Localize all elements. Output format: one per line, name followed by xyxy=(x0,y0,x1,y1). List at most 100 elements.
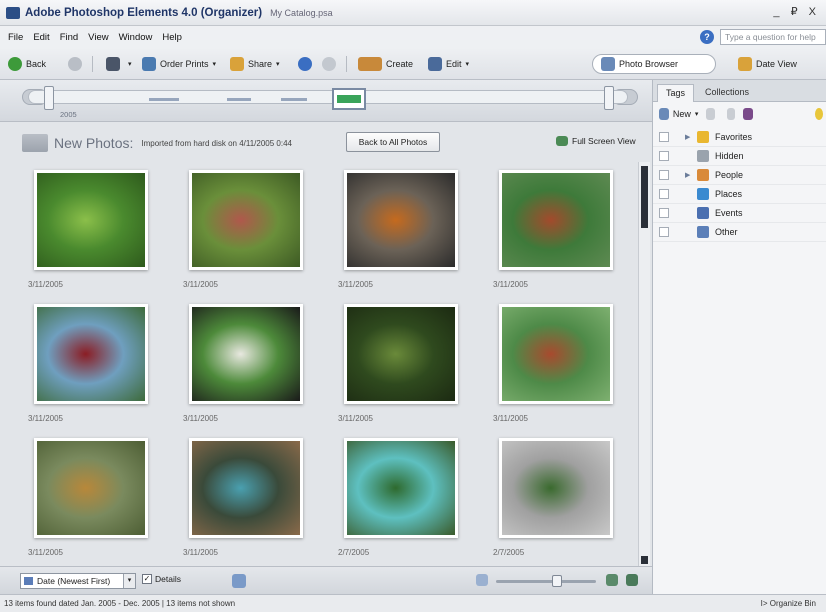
chevron-down-icon: ▾ xyxy=(465,61,470,68)
photo-thumbnail-cell[interactable]: 3/11/2005 xyxy=(328,298,483,432)
back-button[interactable]: Back xyxy=(8,56,46,72)
photo-date: 3/11/2005 xyxy=(28,548,63,557)
view-options-button[interactable]: ▾ xyxy=(106,56,132,72)
photo-thumbnail-cell[interactable]: 3/11/2005 xyxy=(173,432,328,566)
thumbnail-size-slider[interactable] xyxy=(496,580,596,583)
photo-thumbnail[interactable] xyxy=(34,438,148,538)
tab-tags[interactable]: Tags xyxy=(657,84,695,102)
forward-arrow-icon xyxy=(68,57,82,71)
photo-thumbnail[interactable] xyxy=(189,170,303,270)
menu-window[interactable]: Window xyxy=(119,32,153,43)
scroll-down-button[interactable] xyxy=(641,556,648,564)
timeline[interactable]: 2005 xyxy=(0,80,652,122)
timeline-start-handle[interactable] xyxy=(44,86,54,110)
photo-scrollbar[interactable] xyxy=(638,162,650,568)
scrollbar-thumb[interactable] xyxy=(641,166,648,228)
tag-filter-checkbox[interactable] xyxy=(659,132,669,142)
edit-tag-icon[interactable] xyxy=(726,108,735,120)
new-tag-icon xyxy=(659,108,669,120)
timeline-end-handle[interactable] xyxy=(604,86,614,110)
expand-arrow-icon[interactable]: ▶ xyxy=(685,171,690,179)
tab-collections[interactable]: Collections xyxy=(697,84,757,102)
order-prints-button[interactable]: Order Prints ▾ xyxy=(142,56,216,72)
photo-browser-button[interactable]: Photo Browser xyxy=(592,54,716,74)
tag-label: Favorites xyxy=(715,132,753,142)
photo-date: 3/11/2005 xyxy=(183,280,218,289)
thumbnail-size-handle[interactable] xyxy=(552,575,562,587)
tag-item-events[interactable]: Events xyxy=(653,204,826,223)
catalog-name: My Catalog.psa xyxy=(270,7,333,18)
tag-item-other[interactable]: Other xyxy=(653,223,826,242)
menu-file[interactable]: File xyxy=(8,32,23,43)
help-search-input[interactable]: Type a question for help xyxy=(720,29,826,45)
app-icon xyxy=(6,6,20,19)
photo-browser: New Photos: Imported from hard disk on 4… xyxy=(0,122,652,568)
photo-thumbnail-cell[interactable]: 3/11/2005 xyxy=(483,164,638,298)
photo-thumbnail-cell[interactable]: 3/11/2005 xyxy=(328,164,483,298)
share-button[interactable]: Share ▾ xyxy=(230,56,280,72)
find-faces-icon[interactable] xyxy=(742,108,753,120)
photo-thumbnail-cell[interactable]: 3/11/2005 xyxy=(483,298,638,432)
tag-item-places[interactable]: Places xyxy=(653,185,826,204)
tag-label: Events xyxy=(715,208,743,218)
photo-thumbnail-cell[interactable]: 3/11/2005 xyxy=(173,298,328,432)
help-icon[interactable]: ? xyxy=(700,30,714,44)
forward-button[interactable] xyxy=(68,56,86,72)
timeline-track[interactable] xyxy=(28,90,628,104)
tag-filter-checkbox[interactable] xyxy=(659,151,669,161)
tag-filter-checkbox[interactable] xyxy=(659,227,669,237)
hidden-icon xyxy=(697,150,709,162)
menu-view[interactable]: View xyxy=(88,32,108,43)
create-button[interactable]: Create xyxy=(358,56,413,72)
slideshow-icon[interactable] xyxy=(232,574,246,588)
photo-thumbnail-cell[interactable]: 3/11/2005 xyxy=(18,432,173,566)
photo-thumbnail[interactable] xyxy=(34,304,148,404)
menu-find[interactable]: Find xyxy=(60,32,78,43)
photo-thumbnail-cell[interactable]: 3/11/2005 xyxy=(173,164,328,298)
rotate-left-button[interactable] xyxy=(298,56,316,72)
tag-item-favorites[interactable]: ▶ Favorites xyxy=(653,128,826,147)
tag-item-people[interactable]: ▶ People xyxy=(653,166,826,185)
photo-thumbnail-cell[interactable]: 3/11/2005 xyxy=(18,164,173,298)
tag-filter-checkbox[interactable] xyxy=(659,189,669,199)
lightbulb-icon[interactable] xyxy=(814,108,823,120)
details-toggle[interactable]: ✓ Details xyxy=(142,574,181,584)
sort-order-select[interactable]: Date (Newest First) ▾ xyxy=(20,573,136,589)
details-checkbox[interactable]: ✓ xyxy=(142,574,152,584)
new-tag-button[interactable]: New xyxy=(673,109,691,119)
photo-thumbnail-cell[interactable]: 2/7/2005 xyxy=(483,432,638,566)
expand-arrow-icon[interactable]: ▶ xyxy=(685,133,690,141)
single-photo-view-icon[interactable] xyxy=(626,574,638,586)
tag-filter-checkbox[interactable] xyxy=(659,208,669,218)
calendar-icon xyxy=(697,207,709,219)
rotate-right-button[interactable] xyxy=(322,56,340,72)
photo-thumbnail-cell[interactable]: 2/7/2005 xyxy=(328,432,483,566)
photo-thumbnail[interactable] xyxy=(499,438,613,538)
tag-filter-checkbox[interactable] xyxy=(659,170,669,180)
full-screen-view-button[interactable]: Full Screen View xyxy=(556,136,636,146)
menu-edit[interactable]: Edit xyxy=(33,32,49,43)
large-thumbnails-icon[interactable] xyxy=(606,574,618,586)
photo-thumbnail[interactable] xyxy=(189,304,303,404)
menu-help[interactable]: Help xyxy=(162,32,182,43)
edit-button[interactable]: Edit ▾ xyxy=(428,56,469,72)
delete-tag-icon[interactable] xyxy=(706,108,715,120)
photo-thumbnail[interactable] xyxy=(344,170,458,270)
window-controls[interactable]: _ ₽ X xyxy=(773,5,820,18)
date-view-button[interactable]: Date View xyxy=(730,54,824,74)
chevron-down-icon: ▾ xyxy=(212,61,217,68)
organize-bin-toggle[interactable]: I> Organize Bin xyxy=(761,599,816,608)
timeline-current-marker[interactable] xyxy=(332,88,366,110)
small-thumbnails-icon[interactable] xyxy=(476,574,488,586)
photo-thumbnail-cell[interactable]: 3/11/2005 xyxy=(18,298,173,432)
photo-thumbnail[interactable] xyxy=(499,304,613,404)
tag-label: Hidden xyxy=(715,151,744,161)
star-icon xyxy=(697,131,709,143)
photo-thumbnail[interactable] xyxy=(344,438,458,538)
photo-thumbnail[interactable] xyxy=(34,170,148,270)
photo-thumbnail[interactable] xyxy=(344,304,458,404)
tag-item-hidden[interactable]: Hidden xyxy=(653,147,826,166)
photo-thumbnail[interactable] xyxy=(499,170,613,270)
back-to-all-photos-button[interactable]: Back to All Photos xyxy=(346,132,440,152)
photo-thumbnail[interactable] xyxy=(189,438,303,538)
